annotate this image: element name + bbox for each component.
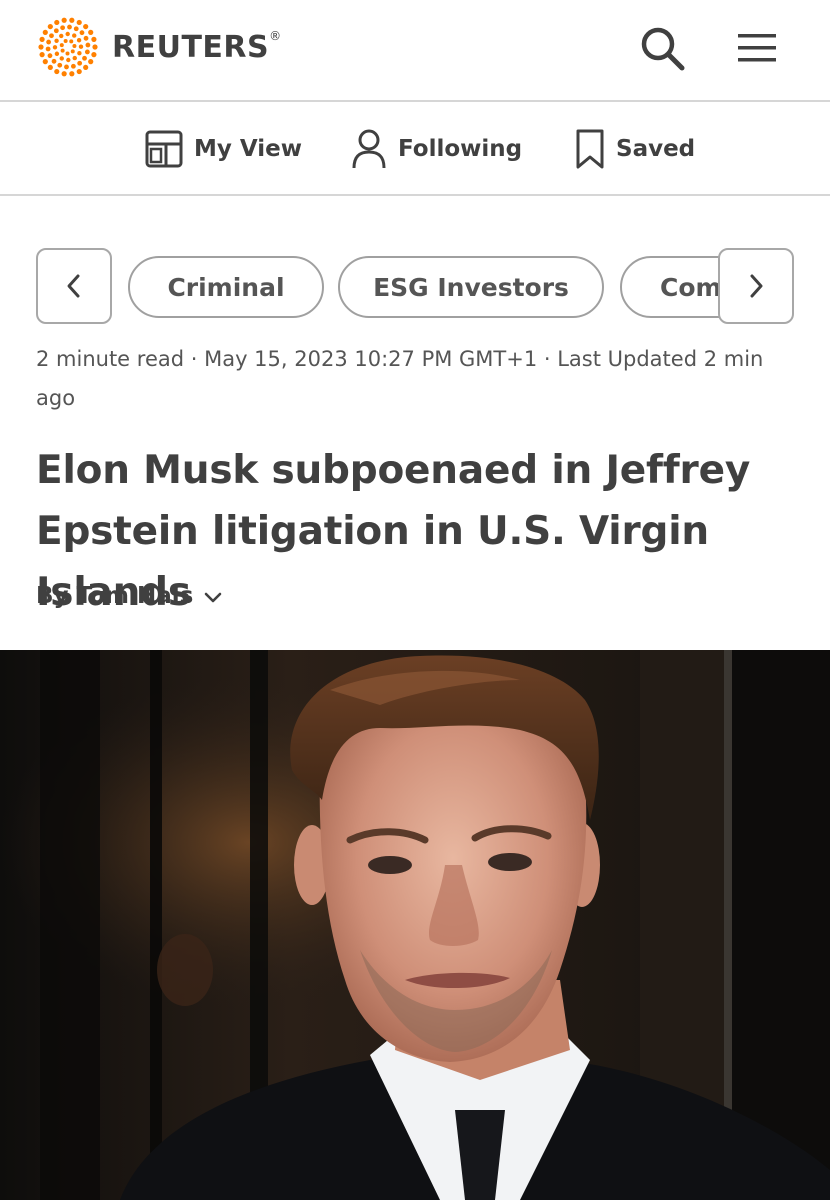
- hamburger-menu-icon: [738, 34, 776, 62]
- logo-dot: [83, 64, 89, 71]
- menu-button[interactable]: [734, 28, 780, 68]
- logo-dot: [85, 42, 91, 48]
- layout-icon: [145, 130, 183, 168]
- logo-dot: [52, 45, 58, 50]
- logo-dot: [82, 55, 87, 61]
- logo-dot: [69, 17, 75, 23]
- logo-dot: [91, 36, 97, 42]
- reuters-logo-icon: [38, 17, 98, 77]
- logo-dot: [71, 63, 76, 69]
- logo-dot: [42, 29, 48, 35]
- logo-dot: [72, 55, 77, 61]
- tags-next-button[interactable]: [718, 248, 794, 324]
- tags-prev-button[interactable]: [36, 248, 112, 324]
- portrait-illustration: [0, 650, 830, 1200]
- logo-dot: [54, 68, 60, 75]
- logo-dot: [51, 58, 57, 64]
- logo-dot: [59, 56, 64, 61]
- author-byline[interactable]: By Tom Hals: [36, 576, 223, 616]
- logo-dot: [66, 57, 71, 63]
- logo-dot: [45, 46, 51, 52]
- logo-dot: [76, 19, 82, 26]
- logo-dot: [57, 62, 63, 68]
- logo-dot: [77, 51, 82, 56]
- article-hero-image: [0, 650, 830, 1200]
- logo-dot: [47, 23, 53, 30]
- nav-my-view[interactable]: My View: [144, 128, 302, 170]
- logo-dot: [88, 29, 94, 35]
- logo-dot: [63, 38, 68, 43]
- logo-dot: [76, 68, 82, 75]
- logo-dot: [69, 39, 74, 44]
- logo-dot: [65, 51, 70, 56]
- logo-dot: [60, 48, 65, 53]
- logo-dot: [83, 35, 89, 41]
- logo-dot: [77, 60, 83, 66]
- logo-dot: [92, 44, 98, 50]
- bookmark-icon: [576, 129, 604, 169]
- brand-name: REUTERS®: [112, 28, 282, 65]
- logo-dot: [49, 33, 54, 39]
- logo-dot: [46, 39, 52, 45]
- logo-dot: [61, 17, 67, 23]
- logo-dot: [69, 71, 75, 77]
- person-icon: [352, 129, 386, 169]
- nav-saved[interactable]: Saved: [574, 128, 695, 170]
- logo-dot: [39, 36, 45, 42]
- logo-dot: [54, 19, 60, 26]
- logo-dot: [59, 43, 64, 48]
- chevron-left-icon: [67, 274, 80, 298]
- logo-dot: [76, 38, 82, 43]
- logo-dot: [83, 23, 89, 30]
- top-bar: REUTERS®: [0, 0, 830, 102]
- topic-tag-carousel: Criminal ESG Investors Com: [0, 246, 830, 326]
- logo-dot: [47, 53, 53, 59]
- nav-following-label: Following: [398, 136, 523, 162]
- search-button[interactable]: [638, 24, 688, 74]
- logo-dot: [91, 52, 97, 58]
- logo-dot: [84, 49, 90, 55]
- author-name: By Tom Hals: [36, 583, 194, 609]
- logo-dot: [47, 64, 53, 71]
- logo-dot: [73, 26, 79, 32]
- logo-dot: [59, 33, 64, 39]
- article-meta: 2 minute read · May 15, 2023 10:27 PM GM…: [36, 347, 764, 410]
- chevron-right-icon: [750, 274, 763, 298]
- tag-esg-investors[interactable]: ESG Investors: [338, 256, 604, 318]
- logo-dot: [65, 31, 70, 37]
- logo-dot: [60, 25, 65, 31]
- logo-dot: [72, 44, 77, 49]
- logo-dot: [88, 59, 94, 65]
- account-nav: My View Following Saved: [0, 102, 830, 196]
- tag-criminal[interactable]: Criminal: [128, 256, 324, 318]
- nav-saved-label: Saved: [616, 136, 696, 162]
- search-icon: [641, 27, 685, 71]
- logo-dot: [67, 24, 72, 30]
- logo-dot: [42, 59, 48, 65]
- reuters-logo[interactable]: REUTERS®: [36, 16, 282, 78]
- logo-dot: [61, 71, 67, 77]
- logo-dot: [79, 30, 85, 36]
- nav-following[interactable]: Following: [350, 128, 522, 170]
- logo-dot: [72, 33, 77, 38]
- nav-my-view-label: My View: [194, 136, 303, 162]
- logo-dot: [54, 38, 59, 43]
- chevron-down-icon: [204, 592, 222, 603]
- logo-dot: [39, 52, 45, 58]
- logo-dot: [70, 49, 75, 54]
- logo-dot: [78, 44, 84, 49]
- logo-dot: [64, 64, 69, 70]
- logo-dot: [54, 51, 60, 56]
- logo-dot: [53, 28, 59, 34]
- logo-dot: [38, 44, 44, 50]
